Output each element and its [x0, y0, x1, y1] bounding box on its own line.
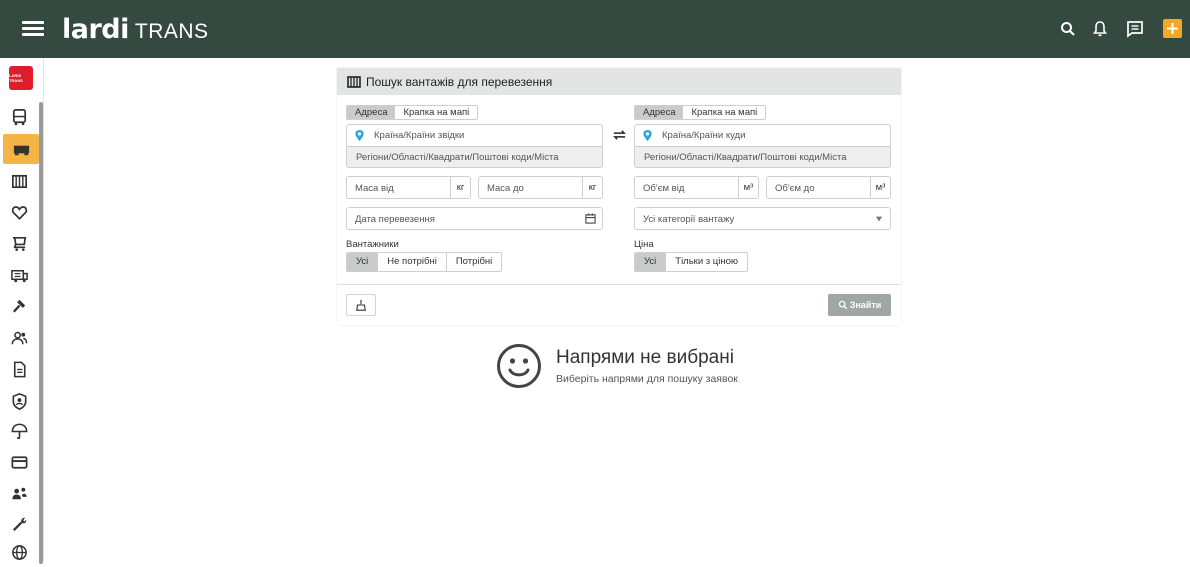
volume-from-input[interactable]: Об'єм від м³	[634, 176, 759, 199]
cargo-category-select[interactable]: Усі категорії вантажу	[634, 207, 891, 230]
mass-from-placeholder: Маса від	[355, 183, 394, 194]
brand-logo[interactable]: LARDI TRANS	[9, 66, 33, 90]
volume-from-placeholder: Об'єм від	[643, 183, 685, 194]
globe-icon[interactable]	[0, 537, 38, 567]
from-mode-tabs: Адреса Крапка на мапі	[346, 105, 479, 120]
to-country-input[interactable]: Країна/Країни куди	[662, 130, 745, 141]
calendar-icon[interactable]	[585, 213, 596, 224]
cargo-category-value: Усі категорії вантажу	[643, 214, 735, 225]
card-icon[interactable]	[0, 447, 38, 477]
loaders-option-all[interactable]: Усі	[347, 253, 379, 271]
from-region-input[interactable]: Регіони/Області/Квадрати/Поштові коди/Мі…	[346, 146, 603, 168]
empty-state-subtitle: Виберіть напрями для пошуку заявок	[556, 373, 738, 385]
panel-header: Пошук вантажів для перевезення	[337, 68, 901, 95]
location-pin-icon	[643, 130, 652, 141]
empty-state-title: Напрями не вибрані	[556, 347, 734, 368]
to-mode-tabs: Адреса Крапка на мапі	[634, 105, 767, 120]
swap-directions-icon[interactable]	[612, 129, 627, 141]
mass-from-input[interactable]: Маса від кг	[346, 176, 471, 199]
volume-from-unit: м³	[738, 177, 758, 198]
logo-sub: TRANS	[134, 20, 209, 43]
mass-to-input[interactable]: Маса до кг	[478, 176, 603, 199]
auction-icon[interactable]	[0, 291, 38, 321]
messages-icon[interactable]	[1124, 18, 1146, 40]
logo[interactable]: lardi TRANS	[62, 14, 209, 45]
heart-icon[interactable]	[0, 197, 38, 227]
search-icon	[838, 300, 847, 310]
volume-to-input[interactable]: Об'єм до м³	[766, 176, 891, 199]
brand-label: LARDI TRANS	[9, 73, 23, 83]
search-button-label: Знайти	[849, 300, 882, 310]
truck-icon[interactable]	[3, 134, 39, 164]
fleet-icon[interactable]	[0, 260, 38, 290]
volume-to-unit: м³	[870, 177, 890, 198]
cargo-icon	[347, 75, 361, 88]
from-country-input[interactable]: Країна/Країни звідки	[374, 130, 464, 141]
partners-icon[interactable]	[0, 478, 38, 508]
logo-main: lardi	[62, 14, 129, 45]
plus-icon	[1167, 23, 1178, 34]
broom-icon	[356, 299, 366, 311]
price-toggle: Усі Тільки з ціною	[634, 252, 748, 272]
loaders-label: Вантажники	[346, 239, 399, 250]
to-region-placeholder: Регіони/Області/Квадрати/Поштові коди/Мі…	[644, 152, 847, 163]
bus-icon[interactable]	[0, 102, 38, 132]
tab-to-map-point[interactable]: Крапка на мапі	[683, 106, 765, 119]
document-icon[interactable]	[0, 354, 38, 384]
top-bar: lardi TRANS	[0, 0, 1190, 58]
tools-icon[interactable]	[0, 508, 38, 538]
sidebar-scrollbar[interactable]	[39, 102, 43, 564]
to-location-field: Країна/Країни куди Регіони/Області/Квадр…	[634, 124, 891, 168]
tab-from-address[interactable]: Адреса	[347, 106, 396, 119]
search-icon[interactable]	[1057, 18, 1079, 40]
divider	[337, 284, 901, 285]
umbrella-icon[interactable]	[0, 416, 38, 446]
clear-form-button[interactable]	[346, 294, 376, 316]
cargo-icon[interactable]	[0, 166, 38, 196]
shield-user-icon[interactable]	[0, 386, 38, 416]
mass-to-unit: кг	[582, 177, 602, 198]
tab-to-address[interactable]: Адреса	[635, 106, 684, 119]
add-button[interactable]	[1163, 19, 1182, 38]
menu-icon[interactable]	[22, 21, 44, 37]
to-region-input[interactable]: Регіони/Області/Квадрати/Поштові коди/Мі…	[634, 146, 891, 168]
sidebar: LARDI TRANS	[0, 58, 44, 564]
users-icon[interactable]	[0, 323, 38, 353]
loaders-toggle: Усі Не потрібні Потрібні	[346, 252, 503, 272]
mass-to-placeholder: Маса до	[487, 183, 524, 194]
price-option-all[interactable]: Усі	[635, 253, 667, 271]
location-pin-icon	[355, 130, 364, 141]
loaders-option-needed[interactable]: Потрібні	[447, 253, 501, 271]
search-button[interactable]: Знайти	[828, 294, 891, 316]
volume-to-placeholder: Об'єм до	[775, 183, 815, 194]
price-label: Ціна	[634, 239, 654, 250]
price-option-with-price[interactable]: Тільки з ціною	[666, 253, 747, 271]
loaders-option-not-needed[interactable]: Не потрібні	[378, 253, 447, 271]
smiley-icon	[497, 344, 541, 388]
date-placeholder: Дата перевезення	[355, 214, 435, 225]
mass-from-unit: кг	[450, 177, 470, 198]
date-input[interactable]: Дата перевезення	[346, 207, 603, 230]
from-location-field: Країна/Країни звідки Регіони/Області/Ква…	[346, 124, 603, 168]
bell-icon[interactable]	[1089, 18, 1111, 40]
from-region-placeholder: Регіони/Області/Квадрати/Поштові коди/Мі…	[356, 152, 559, 163]
empty-state: Напрями не вибрані Виберіть напрями для …	[496, 343, 738, 389]
search-panel: Пошук вантажів для перевезення Адреса Кр…	[337, 68, 901, 325]
page-title: Пошук вантажів для перевезення	[366, 74, 553, 89]
dropdown-arrow-icon	[875, 216, 883, 222]
cart-icon[interactable]	[0, 228, 38, 258]
tab-from-map-point[interactable]: Крапка на мапі	[395, 106, 477, 119]
